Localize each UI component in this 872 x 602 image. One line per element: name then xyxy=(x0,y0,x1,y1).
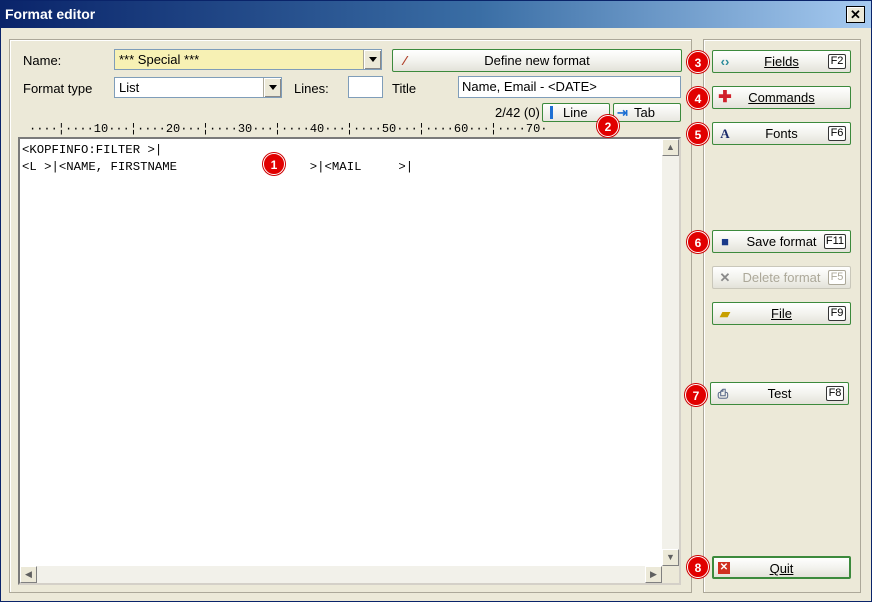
fonts-button[interactable]: A Fonts F6 xyxy=(712,122,851,145)
callout-badge-5: 5 xyxy=(687,123,709,145)
delete-icon: ✕ xyxy=(719,270,731,285)
title-value: Name, Email - <DATE> xyxy=(462,79,597,94)
callout-badge-3: 3 xyxy=(687,51,709,73)
scroll-left-icon[interactable]: ◀ xyxy=(20,566,37,583)
define-new-format-label: Define new format xyxy=(484,53,590,68)
delete-format-shortcut: F5 xyxy=(828,270,846,285)
fields-button[interactable]: ‹› Fields F2 xyxy=(712,50,851,73)
define-new-format-button[interactable]: ⁄ Define new format xyxy=(392,49,682,72)
plus-icon: ✚ xyxy=(718,89,732,106)
line-button-label: Line xyxy=(563,105,588,120)
position-indicator: 2/42 (0) xyxy=(495,105,540,120)
file-shortcut: F9 xyxy=(828,306,846,321)
commands-button[interactable]: ✚ Commands xyxy=(712,86,851,109)
chevron-down-icon[interactable] xyxy=(263,78,281,97)
save-format-button[interactable]: ■ Save format F11 xyxy=(712,230,851,253)
format-type-combo[interactable]: List xyxy=(114,77,282,98)
chevron-down-icon[interactable] xyxy=(363,50,381,69)
editor-line: <L >|<NAME, FIRSTNAME >|<MAIL >| xyxy=(22,160,414,174)
name-label: Name: xyxy=(23,53,62,68)
close-icon: ✕ xyxy=(850,7,861,22)
save-format-label: Save format xyxy=(746,234,817,249)
title-input[interactable]: Name, Email - <DATE> xyxy=(458,76,681,98)
close-button[interactable]: ✕ xyxy=(846,6,865,23)
vertical-scrollbar[interactable]: ▲ ▼ xyxy=(662,139,679,566)
lines-label: Lines: xyxy=(294,81,329,96)
column-ruler: ····¦····10···¦····20···¦····30···¦····4… xyxy=(29,122,548,136)
fields-shortcut: F2 xyxy=(828,54,846,69)
callout-badge-2: 2 xyxy=(597,115,619,137)
callout-badge-8: 8 xyxy=(687,556,709,578)
quit-label: Quit xyxy=(769,561,794,576)
fields-label: Fields xyxy=(764,54,799,69)
callout-badge-1: 1 xyxy=(263,153,285,175)
name-value: *** Special *** xyxy=(119,52,200,67)
name-combo[interactable]: *** Special *** xyxy=(114,49,382,70)
commands-label: Commands xyxy=(748,90,815,105)
format-type-value: List xyxy=(119,80,140,95)
format-type-label: Format type xyxy=(23,81,93,96)
test-button[interactable]: ⎙ Test F8 xyxy=(710,382,849,405)
fonts-label: Fonts xyxy=(765,126,798,141)
callout-badge-7: 7 xyxy=(685,384,707,406)
delete-format-label: Delete format xyxy=(742,270,821,285)
tab-arrow-icon: ⇥ xyxy=(617,105,628,120)
wand-icon: ⁄ xyxy=(403,53,407,68)
scroll-down-icon[interactable]: ▼ xyxy=(662,549,679,566)
test-shortcut: F8 xyxy=(826,386,844,401)
callout-badge-4: 4 xyxy=(687,87,709,109)
format-editor-window: Format editor ✕ Name: *** Special *** ⁄ … xyxy=(0,0,872,602)
window-title: Format editor xyxy=(5,6,96,22)
cursor-line-icon xyxy=(550,106,553,119)
fonts-shortcut: F6 xyxy=(828,126,846,141)
quit-button[interactable]: ✕ Quit xyxy=(712,556,851,579)
scroll-right-icon[interactable]: ▶ xyxy=(645,566,662,583)
quit-icon: ✕ xyxy=(718,562,730,574)
fields-icon: ‹› xyxy=(720,54,730,69)
folder-icon: ▰ xyxy=(720,306,730,321)
printer-icon: ⎙ xyxy=(717,386,729,401)
tab-button-label: Tab xyxy=(634,105,655,120)
file-label: File xyxy=(771,306,792,321)
callout-badge-6: 6 xyxy=(687,231,709,253)
font-icon: A xyxy=(720,126,730,141)
scrollbar-corner xyxy=(662,566,679,583)
tab-button[interactable]: ⇥ Tab xyxy=(613,103,681,122)
horizontal-scrollbar[interactable]: ◀ ▶ xyxy=(20,566,662,583)
title-bar: Format editor xyxy=(1,1,871,28)
scroll-up-icon[interactable]: ▲ xyxy=(662,139,679,156)
delete-format-button: ✕ Delete format F5 xyxy=(712,266,851,289)
save-icon: ■ xyxy=(721,234,729,249)
format-text-editor[interactable]: <KOPFINFO:FILTER >| <L >|<NAME, FIRSTNAME… xyxy=(18,137,681,585)
lines-input[interactable] xyxy=(348,76,383,98)
save-format-shortcut: F11 xyxy=(823,234,846,249)
editor-content[interactable]: <KOPFINFO:FILTER >| <L >|<NAME, FIRSTNAME… xyxy=(22,142,413,176)
editor-line: <KOPFINFO:FILTER >| xyxy=(22,143,163,157)
file-button[interactable]: ▰ File F9 xyxy=(712,302,851,325)
title-label: Title xyxy=(392,81,417,96)
test-label: Test xyxy=(767,386,792,401)
